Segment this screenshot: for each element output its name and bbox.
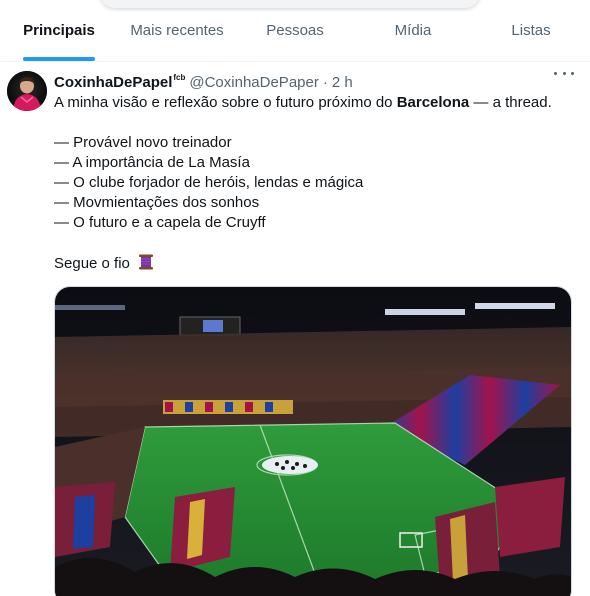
tab-label: Principais <box>23 22 95 39</box>
name-suffix: fcb <box>173 72 186 82</box>
spool-icon <box>137 253 155 277</box>
user-handle[interactable]: @CoxinhaDePaper <box>189 74 318 91</box>
topic-item: — A importância de La Masía <box>54 154 250 171</box>
tab-label: Pessoas <box>266 22 324 39</box>
highlight-barcelona: Barcelona <box>396 94 470 111</box>
tab-mais-recentes[interactable]: Mais recentes <box>118 0 236 61</box>
active-tab-indicator <box>23 57 95 61</box>
tab-listas[interactable]: Listas <box>472 0 590 61</box>
tweet[interactable]: CoxinhaDePapel fcb @CoxinhaDePaper · 2 h… <box>0 62 590 596</box>
topic-item: — O clube forjador de heróis, lendas e m… <box>54 174 364 191</box>
tab-principais[interactable]: Principais <box>0 0 118 61</box>
topic-item: — O futuro e a capela de Cruyff <box>54 214 266 231</box>
tab-label: Mais recentes <box>130 22 224 39</box>
tab-label: Listas <box>511 22 551 39</box>
tweet-intro: A minha visão e reflexão sobre o futuro … <box>54 94 552 111</box>
avatar[interactable] <box>7 71 47 111</box>
more-options-icon[interactable] <box>554 67 574 79</box>
tweet-header: CoxinhaDePapel fcb @CoxinhaDePaper · 2 h <box>54 72 584 92</box>
closing-text: Segue o fio <box>54 255 130 272</box>
tab-pessoas[interactable]: Pessoas <box>236 0 354 61</box>
closing-line: Segue o fio <box>54 253 574 273</box>
timestamp[interactable]: 2 h <box>332 74 353 91</box>
tweet-text: A minha visão e reflexão sobre o futuro … <box>54 93 574 273</box>
topic-item: — Provável novo treinador <box>54 134 232 151</box>
separator-dot: · <box>322 73 328 91</box>
topic-item: — Movmientações dos sonhos <box>54 194 260 211</box>
tab-midia[interactable]: Mídia <box>354 0 472 61</box>
tweet-media-image[interactable] <box>54 286 572 596</box>
display-name[interactable]: CoxinhaDePapel <box>54 74 172 91</box>
search-tabs: Principais Mais recentes Pessoas Mídia L… <box>0 0 590 62</box>
tab-label: Mídia <box>394 22 432 39</box>
